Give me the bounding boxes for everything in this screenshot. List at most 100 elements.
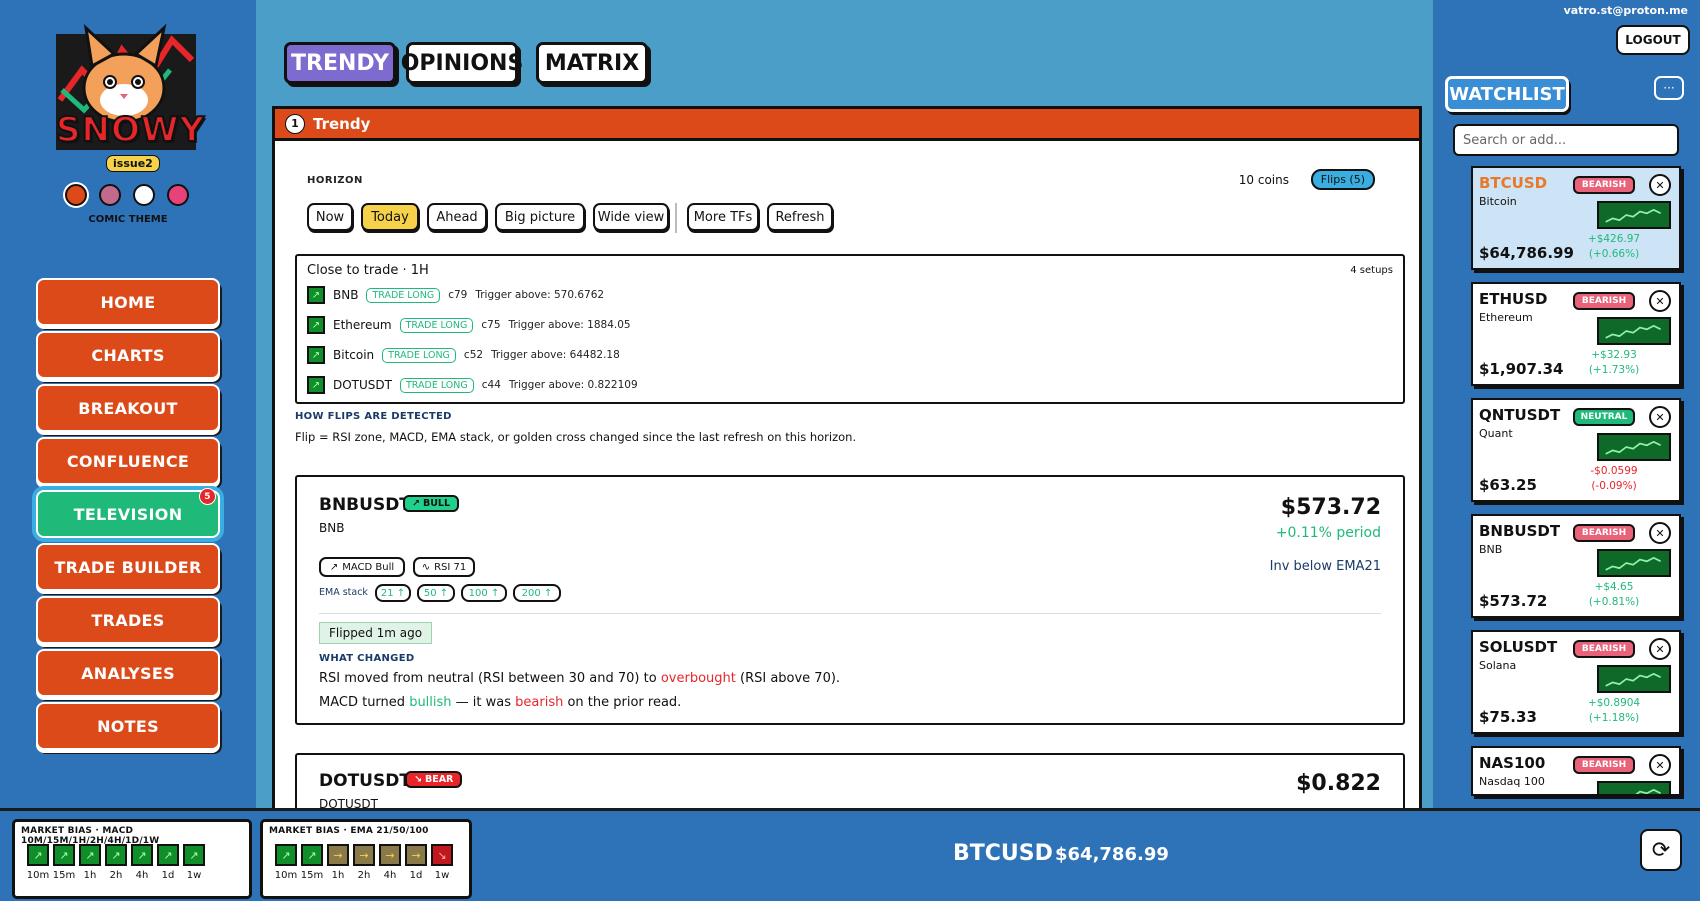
close-icon[interactable]: ✕	[1649, 754, 1671, 776]
confidence: c44	[481, 379, 501, 391]
horizon-wide-view-button[interactable]: Wide view	[593, 203, 669, 231]
close-icon[interactable]: ✕	[1649, 522, 1671, 544]
nav-breakout[interactable]: BREAKOUT	[36, 384, 220, 432]
sparkline	[1597, 781, 1671, 794]
flip-info-title: HOW FLIPS ARE DETECTED	[295, 411, 452, 422]
ema-21-chip: 21 ↑	[375, 584, 411, 602]
nav-label: ANALYSES	[81, 663, 175, 683]
flips-button[interactable]: Flips (5)	[1310, 169, 1375, 190]
ema-50-chip: 50 ↑	[417, 584, 455, 602]
tab-trendy[interactable]: TRENDY	[284, 42, 396, 84]
nav-charts[interactable]: CHARTS	[36, 331, 220, 379]
trigger: Trigger above: 0.822109	[508, 379, 638, 391]
nav-television[interactable]: TELEVISION 5	[36, 488, 220, 538]
refresh-icon[interactable]: ⟳	[1640, 829, 1682, 871]
timeframe-label: 1h	[83, 870, 97, 881]
bias-badge: BEARISH	[1573, 756, 1635, 774]
tab-matrix[interactable]: MATRIX	[536, 42, 648, 84]
coin-name: Ethereum	[333, 318, 392, 332]
close-icon[interactable]: ✕	[1649, 290, 1671, 312]
change-line-rsi: RSI moved from neutral (RSI between 30 a…	[319, 671, 840, 686]
bias-badge: BEARISH	[1573, 292, 1635, 310]
text: — it was	[451, 695, 516, 710]
chart-up-icon: ↗	[307, 316, 325, 334]
list-item[interactable]: ↗ BNB TRADE LONG c79 Trigger above: 570.6762	[307, 286, 604, 304]
left-sidebar: SNOWY issue2 COMIC THEME HOME CHARTS BRE…	[0, 0, 256, 808]
watchlist-item[interactable]: BNBUSDT BNB BEARISH ✕ +$4.65 (+0.81%) $573.72	[1471, 514, 1681, 618]
bear-badge: ↘ BEAR	[405, 771, 463, 788]
bull-badge: ↗ BULL	[403, 495, 460, 512]
nav-trades[interactable]: TRADES	[36, 596, 220, 644]
watchlist-item[interactable]: NAS100 Nasdaq 100 BEARISH ✕	[1471, 746, 1681, 796]
bias-up-icon: ↗	[105, 844, 127, 866]
watchlist-item[interactable]: BTCUSD Bitcoin BEARISH ✕ +$426.97 (+0.66%) $64…	[1471, 166, 1681, 270]
watchlist-search-input[interactable]: Search or add...	[1453, 124, 1679, 156]
timeframe-label: 1d	[409, 870, 423, 881]
theme-dot-pink[interactable]	[167, 184, 189, 206]
pulse-icon: ∿	[421, 561, 431, 573]
ema-100-chip: 100 ↑	[461, 584, 507, 602]
nav-trade-builder[interactable]: TRADE BUILDER	[36, 543, 220, 591]
chart-up-icon: ↗	[307, 346, 325, 364]
bias-up-icon: ↗	[79, 844, 101, 866]
watch-symbol: BTCUSD	[1479, 174, 1548, 192]
divider	[675, 203, 677, 233]
horizon-today-button[interactable]: Today	[361, 203, 419, 231]
nav-confluence[interactable]: CONFLUENCE	[36, 437, 220, 485]
nav-home[interactable]: HOME	[36, 278, 220, 326]
trend-up-icon: ↗	[329, 561, 339, 573]
trend-down-icon: ↘	[414, 774, 422, 785]
list-item[interactable]: ↗ Bitcoin TRADE LONG c52 Trigger above: 6448…	[307, 346, 620, 364]
nav-notes[interactable]: NOTES	[36, 702, 220, 750]
list-item[interactable]: ↗ Ethereum TRADE LONG c75 Trigger above: 188…	[307, 316, 631, 334]
ema-bias-box: MARKET BIAS · EMA 21/50/100 ↗ 10m ↗ 15m → 1h →…	[260, 819, 472, 899]
right-sidebar: vatro.st@proton.me LOGOUT WATCHLIST ··· …	[1433, 0, 1700, 808]
setup-count: 4 setups	[1350, 265, 1393, 276]
watch-price: $75.33	[1479, 708, 1537, 726]
coin-name: BNB	[319, 521, 345, 535]
watchlist-item[interactable]: ETHUSD Ethereum BEARISH ✕ +$32.93 (+1.73%) $1,…	[1471, 282, 1681, 386]
watch-symbol: NAS100	[1479, 754, 1546, 772]
change-percent: (+1.18%)	[1588, 712, 1640, 724]
chat-icon[interactable]: ···	[1654, 76, 1684, 100]
coin-count: 10 coins	[1238, 173, 1289, 187]
theme-label: COMIC THEME	[88, 214, 168, 225]
bias-badge: BEARISH	[1573, 640, 1635, 658]
list-item[interactable]: ↗ DOTUSDT TRADE LONG c44 Trigger above: 0.82…	[307, 376, 638, 394]
nav-label: CHARTS	[91, 345, 165, 365]
change-amount: -$0.0599	[1590, 465, 1638, 477]
horizon-ahead-button[interactable]: Ahead	[427, 203, 487, 231]
horizon-big-picture-button[interactable]: Big picture	[495, 203, 585, 231]
watch-change: +$32.93 (+1.73%)	[1581, 348, 1647, 378]
theme-dot-orange[interactable]	[65, 184, 87, 206]
coin-name: DOTUSDT	[333, 378, 392, 392]
tab-opinions[interactable]: OPINIONS	[401, 42, 523, 84]
sparkline	[1597, 665, 1671, 693]
change-percent: (+0.66%)	[1588, 248, 1640, 260]
watch-change: +$4.65 (+0.81%)	[1581, 580, 1647, 610]
bias-up-icon: ↗	[53, 844, 75, 866]
period-change: +0.11% period	[1275, 525, 1381, 541]
close-icon[interactable]: ✕	[1649, 406, 1671, 428]
watchlist-item[interactable]: SOLUSDT Solana BEARISH ✕ +$0.8904 (+1.18%) $75…	[1471, 630, 1681, 734]
horizon-now-button[interactable]: Now	[307, 203, 353, 231]
bias-badge: BEARISH	[1573, 176, 1635, 194]
bottom-bar: MARKET BIAS · MACD 10M/15M/1H/2H/4H/1D/1…	[0, 808, 1700, 901]
bullish-text: bullish	[409, 695, 452, 710]
flip-info-description: Flip = RSI zone, MACD, EMA stack, or gol…	[295, 430, 857, 444]
close-icon[interactable]: ✕	[1649, 638, 1671, 660]
coin-symbol: DOTUSDT	[319, 771, 411, 791]
theme-dot-mauve[interactable]	[99, 184, 121, 206]
timeframe-label: 10m	[26, 870, 50, 881]
nav-analyses[interactable]: ANALYSES	[36, 649, 220, 697]
logout-button[interactable]: LOGOUT	[1616, 25, 1690, 55]
ticker-symbol: BTCUSD	[953, 841, 1053, 866]
more-tfs-button[interactable]: More TFs	[687, 203, 759, 231]
close-icon[interactable]: ✕	[1649, 174, 1671, 196]
theme-dot-white[interactable]	[133, 184, 155, 206]
refresh-button[interactable]: Refresh	[767, 203, 833, 231]
watchlist-item[interactable]: QNTUSDT Quant NEUTRAL ✕ -$0.0599 (-0.09%) $63.…	[1471, 398, 1681, 502]
panel-number: 1	[285, 113, 305, 134]
nav-label: NOTES	[97, 716, 159, 736]
rsi-tag: ∿ RSI 71	[413, 557, 475, 577]
